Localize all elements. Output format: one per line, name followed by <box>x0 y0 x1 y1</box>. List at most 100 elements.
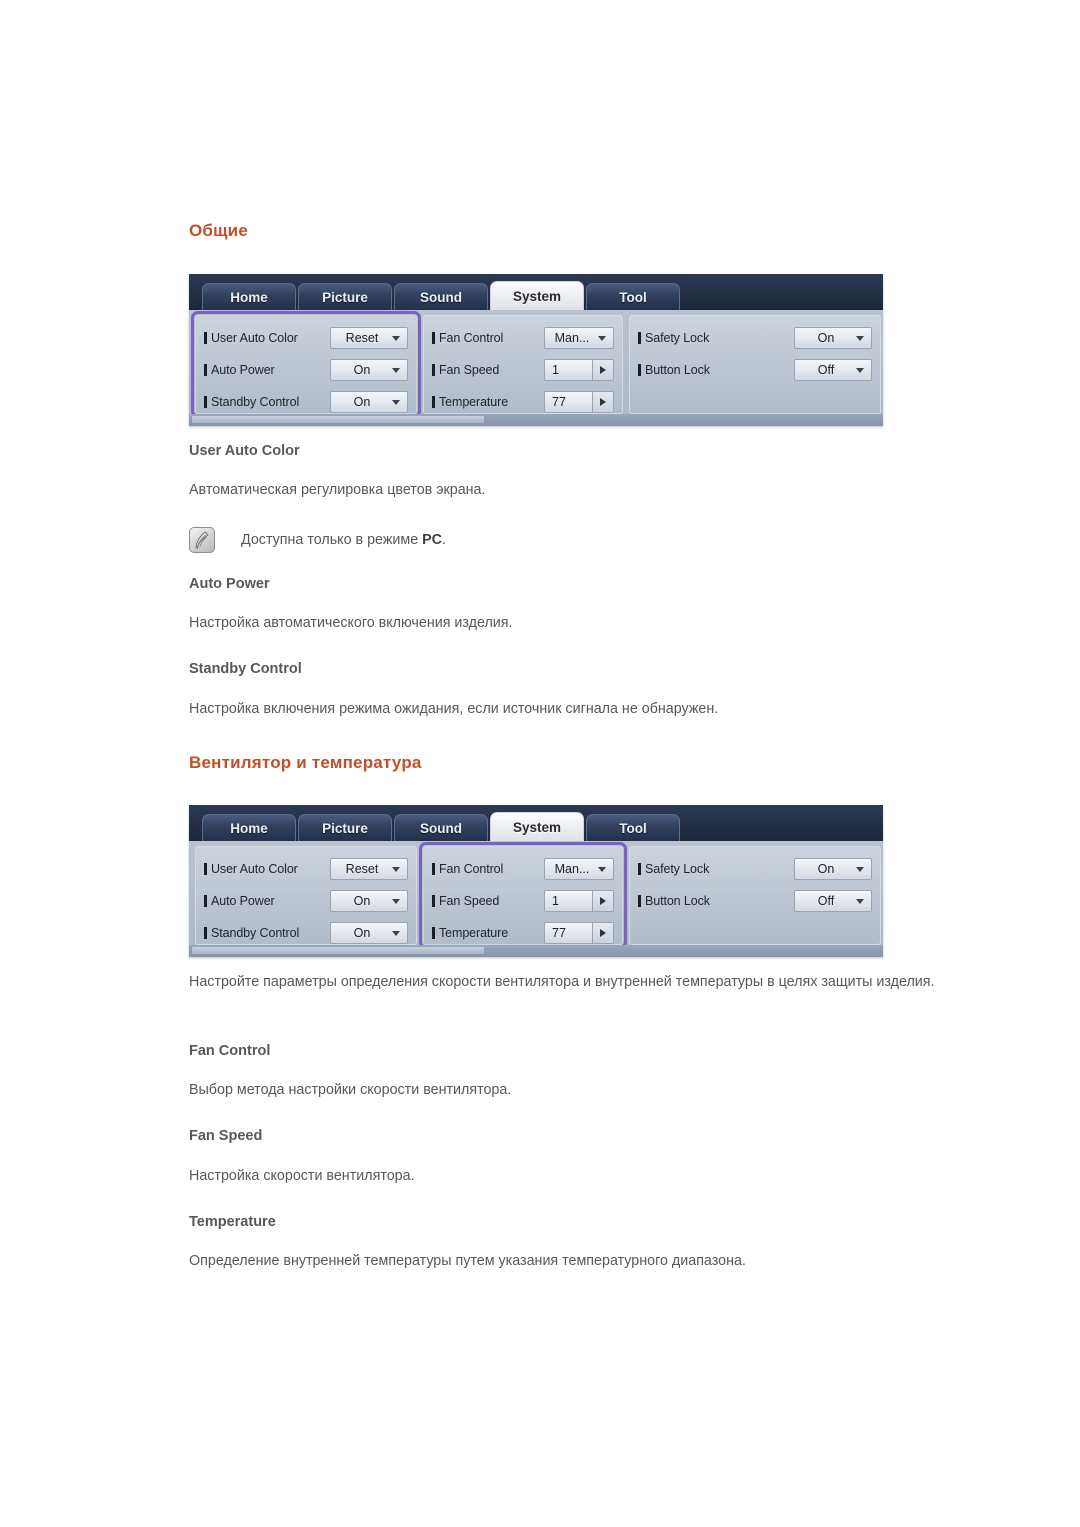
osd-dropdown-auto-power[interactable]: On <box>330 890 408 912</box>
body-standby-control: Настройка включения режима ожидания, есл… <box>189 701 719 717</box>
body-auto-power: Настройка автоматического включения изде… <box>189 615 513 631</box>
note-text-bold: PC <box>422 532 443 548</box>
note-text-before: Доступна только в режиме <box>241 532 423 548</box>
osd-row-fan-control: Fan Control Man... <box>432 322 614 354</box>
osd-tab-picture[interactable]: Picture <box>298 814 392 841</box>
body-fan-intro: Настройте параметры определения скорости… <box>189 974 935 990</box>
osd-panel-lock: Safety Lock On Button Lock Off <box>629 846 881 945</box>
osd-label-safety-lock: Safety Lock <box>638 331 794 345</box>
osd-label-standby-control: Standby Control <box>204 926 330 940</box>
chevron-right-icon[interactable] <box>592 360 613 380</box>
bullet-icon <box>638 332 641 344</box>
subheading-temperature: Temperature <box>189 1214 276 1230</box>
osd-tab-system[interactable]: System <box>490 812 584 841</box>
osd-dropdown-safety-lock[interactable]: On <box>794 858 872 880</box>
osd-label-text: Auto Power <box>211 894 275 908</box>
body-fan-speed: Настройка скорости вентилятора. <box>189 1168 415 1184</box>
osd-dropdown-fan-control[interactable]: Man... <box>544 858 614 880</box>
osd-spinner-fan-speed[interactable]: 1 <box>544 359 614 381</box>
osd-label-user-auto-color: User Auto Color <box>204 331 330 345</box>
osd-tab-tool[interactable]: Tool <box>586 814 680 841</box>
osd-label-text: Fan Speed <box>439 894 500 908</box>
chevron-right-icon[interactable] <box>592 923 613 943</box>
osd-label-user-auto-color: User Auto Color <box>204 862 330 876</box>
osd-scrollbar-thumb[interactable] <box>192 947 484 954</box>
osd-panel-general: User Auto Color Reset Auto Power On Stan… <box>191 311 421 418</box>
osd-dropdown-auto-power[interactable]: On <box>330 359 408 381</box>
chevron-down-icon <box>392 336 400 341</box>
osd-tab-home[interactable]: Home <box>202 283 296 310</box>
osd-dropdown-standby-control[interactable]: On <box>330 922 408 944</box>
osd-label-auto-power: Auto Power <box>204 894 330 908</box>
arrow-right-glyph <box>600 929 606 937</box>
osd-tab-system[interactable]: System <box>490 281 584 310</box>
osd-label-text: Button Lock <box>645 894 710 908</box>
osd-row-fan-speed: Fan Speed 1 <box>432 885 614 917</box>
bullet-icon <box>432 927 435 939</box>
bullet-icon <box>432 895 435 907</box>
osd-dropdown-safety-lock[interactable]: On <box>794 327 872 349</box>
osd-scrollbar-thumb[interactable] <box>192 416 484 423</box>
osd-scrollbar[interactable] <box>189 945 883 957</box>
osd-label-text: Standby Control <box>211 926 300 940</box>
osd-screenshot-general: Home Picture Sound System Tool User Auto… <box>189 274 883 426</box>
chevron-down-icon <box>392 368 400 373</box>
osd-tab-tool[interactable]: Tool <box>586 283 680 310</box>
body-fan-control: Выбор метода настройки скорости вентилят… <box>189 1082 512 1098</box>
osd-dropdown-fan-control[interactable]: Man... <box>544 327 614 349</box>
osd-dropdown-button-lock[interactable]: Off <box>794 890 872 912</box>
osd-dropdown-standby-control[interactable]: On <box>330 391 408 413</box>
bullet-icon <box>432 364 435 376</box>
chevron-right-icon[interactable] <box>592 392 613 412</box>
note-pc-only: Доступна только в режиме PC. <box>189 527 446 553</box>
osd-label-fan-speed: Fan Speed <box>432 894 544 908</box>
osd-tab-sound[interactable]: Sound <box>394 283 488 310</box>
osd-label-standby-control: Standby Control <box>204 395 330 409</box>
osd-spinner-temperature[interactable]: 77 <box>544 922 614 944</box>
chevron-right-icon[interactable] <box>592 891 613 911</box>
osd-row-auto-power: Auto Power On <box>204 354 408 386</box>
subheading-fan-control: Fan Control <box>189 1043 271 1059</box>
osd-label-temperature: Temperature <box>432 395 544 409</box>
body-temperature: Определение внутренней температуры путем… <box>189 1253 746 1269</box>
osd-label-auto-power: Auto Power <box>204 363 330 377</box>
section-title-general: Общие <box>189 221 248 240</box>
bullet-icon <box>638 895 641 907</box>
bullet-icon <box>432 396 435 408</box>
osd-spinner-temperature[interactable]: 77 <box>544 391 614 413</box>
osd-dropdown-value: On <box>353 363 371 377</box>
osd-row-user-auto-color: User Auto Color Reset <box>204 853 408 885</box>
osd-dropdown-user-auto-color[interactable]: Reset <box>330 327 408 349</box>
osd-label-text: Fan Control <box>439 862 504 876</box>
osd-spinner-value: 1 <box>552 363 559 377</box>
osd-dropdown-value: On <box>817 862 835 876</box>
osd-tab-home[interactable]: Home <box>202 814 296 841</box>
section-title-fan-temperature: Вентилятор и температура <box>189 753 422 772</box>
osd-label-fan-control: Fan Control <box>432 862 544 876</box>
osd-dropdown-value: Off <box>817 363 835 377</box>
osd-tab-sound[interactable]: Sound <box>394 814 488 841</box>
osd-tab-picture[interactable]: Picture <box>298 283 392 310</box>
osd-scrollbar[interactable] <box>189 414 883 426</box>
chevron-down-icon <box>856 867 864 872</box>
osd-dropdown-user-auto-color[interactable]: Reset <box>330 858 408 880</box>
body-user-auto-color: Автоматическая регулировка цветов экрана… <box>189 482 486 498</box>
chevron-down-icon <box>392 931 400 936</box>
osd-spinner-fan-speed[interactable]: 1 <box>544 890 614 912</box>
osd-label-text: User Auto Color <box>211 331 298 345</box>
osd-panel-lock: Safety Lock On Button Lock Off <box>629 315 881 414</box>
osd-row-user-auto-color: User Auto Color Reset <box>204 322 408 354</box>
chevron-down-icon <box>392 899 400 904</box>
osd-label-text: Fan Control <box>439 331 504 345</box>
osd-dropdown-button-lock[interactable]: Off <box>794 359 872 381</box>
chevron-down-icon <box>392 867 400 872</box>
osd-dropdown-value: Man... <box>554 331 590 345</box>
subheading-user-auto-color: User Auto Color <box>189 443 300 459</box>
osd-label-text: Button Lock <box>645 363 710 377</box>
osd-label-fan-speed: Fan Speed <box>432 363 544 377</box>
osd-label-safety-lock: Safety Lock <box>638 862 794 876</box>
osd-tabbar: Home Picture Sound System Tool <box>189 274 883 310</box>
note-text-after: . <box>442 532 446 548</box>
osd-panel-fan: Fan Control Man... Fan Speed 1 Temperatu… <box>423 315 623 414</box>
osd-dropdown-value: Off <box>817 894 835 908</box>
